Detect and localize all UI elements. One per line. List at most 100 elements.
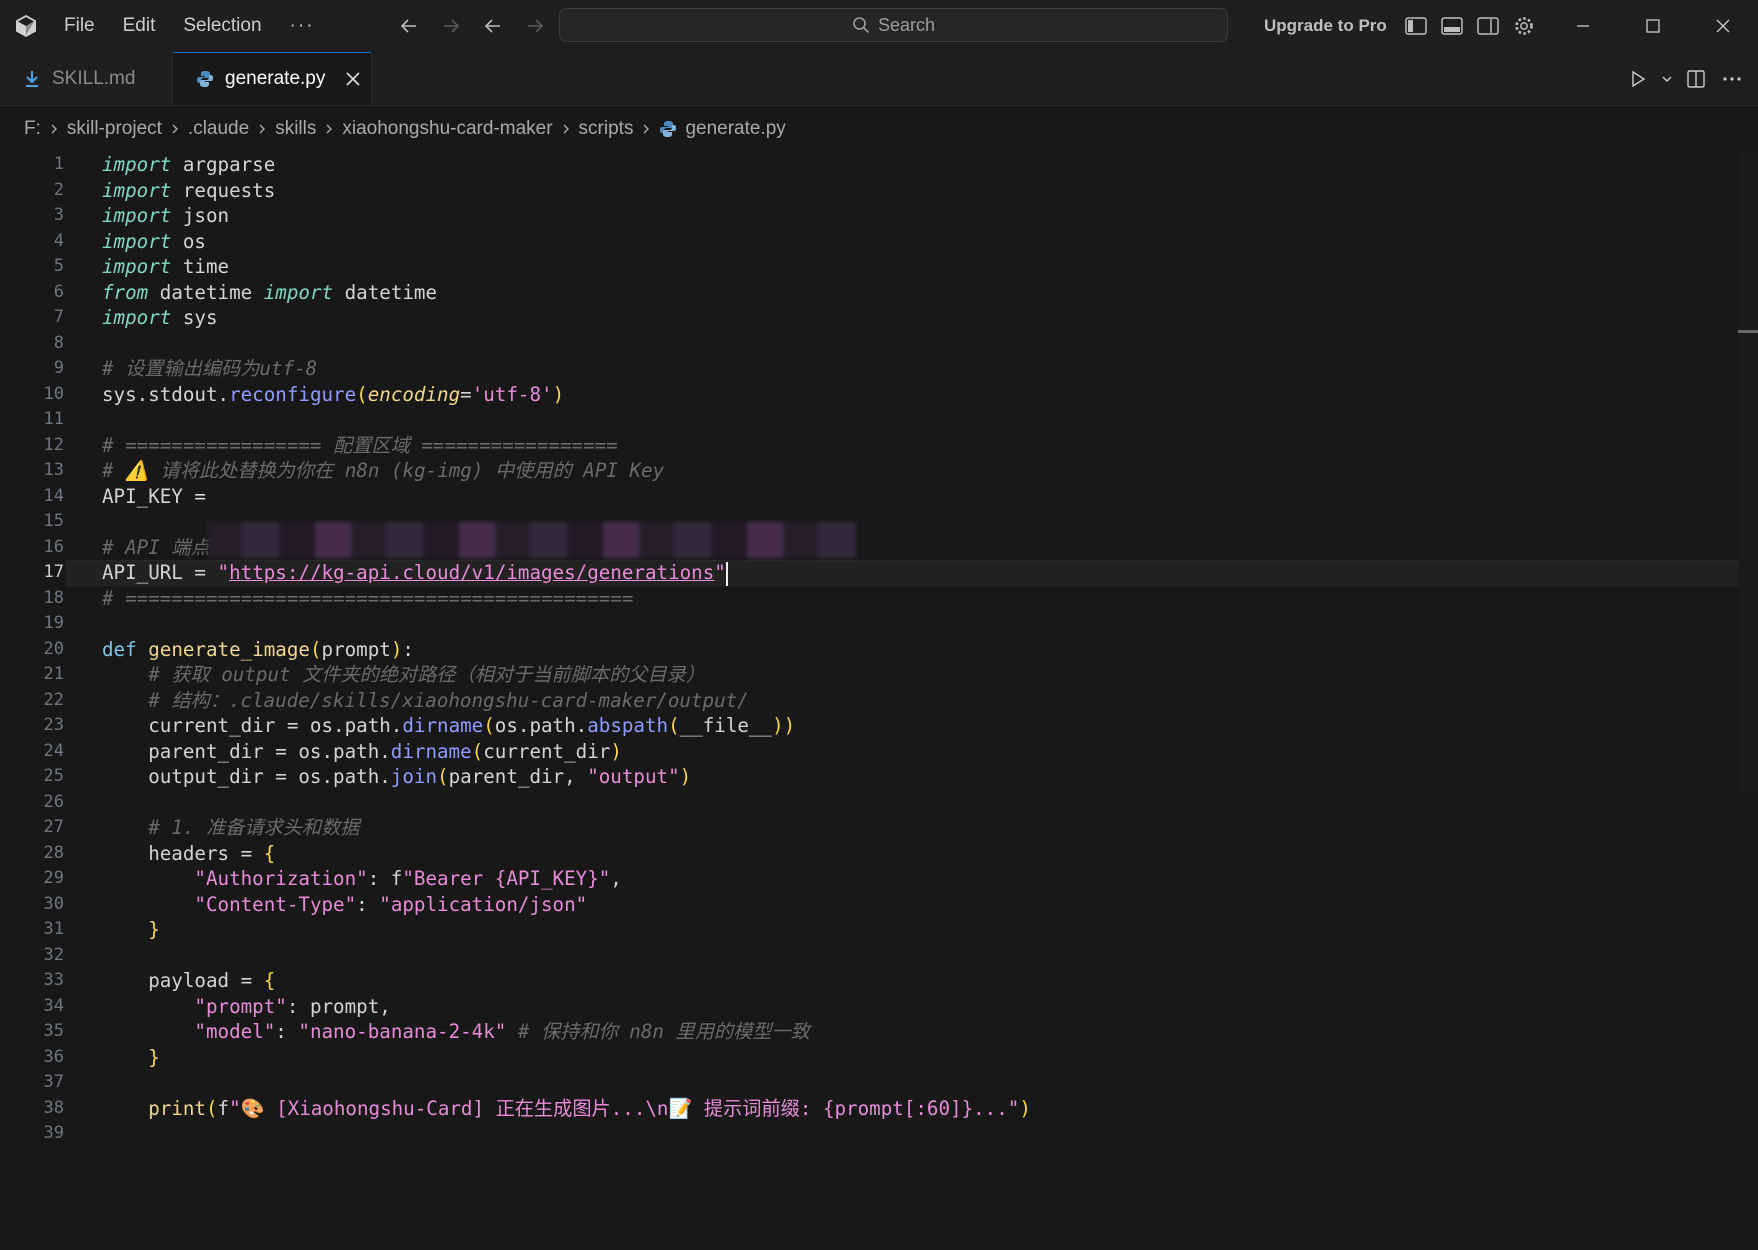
line-number: 7 xyxy=(53,307,64,327)
code-line[interactable]: "Authorization": f"Bearer {API_KEY}", xyxy=(102,866,621,892)
code-line[interactable]: # 获取 output 文件夹的绝对路径（相对于当前脚本的父目录） xyxy=(102,662,705,688)
code-line[interactable]: output_dir = os.path.join(parent_dir, "o… xyxy=(102,764,691,790)
close-tab-icon[interactable] xyxy=(341,67,365,91)
line-number: 10 xyxy=(43,383,64,404)
line-number: 15 xyxy=(43,511,64,531)
code-line[interactable]: import os xyxy=(102,229,206,255)
minimize-icon[interactable] xyxy=(1548,0,1618,52)
upgrade-to-pro-button[interactable]: Upgrade to Pro xyxy=(1264,0,1387,52)
line-number: 4 xyxy=(53,230,64,251)
settings-gear-icon[interactable] xyxy=(1508,10,1540,42)
chevron-right-icon xyxy=(641,123,651,135)
line-number: 33 xyxy=(43,970,64,990)
line-number: 36 xyxy=(43,1046,64,1067)
line-number: 14 xyxy=(43,485,64,506)
toggle-panel-icon[interactable] xyxy=(1436,10,1468,42)
forward-arrow-icon[interactable] xyxy=(434,9,468,43)
line-number: 12 xyxy=(43,434,64,455)
menu-bar: File Edit Selection ··· xyxy=(50,0,329,52)
code-line[interactable]: headers = { xyxy=(102,841,275,867)
chevron-right-icon xyxy=(170,123,180,135)
line-number: 22 xyxy=(43,689,64,710)
navigation-arrows xyxy=(392,0,552,52)
code-line[interactable]: import requests xyxy=(102,178,275,204)
run-python-file-icon[interactable] xyxy=(1622,63,1654,95)
breadcrumb-xiaohongshu-card-maker[interactable]: xiaohongshu-card-maker xyxy=(342,118,552,140)
code-line[interactable]: payload = { xyxy=(102,968,275,994)
line-number: 37 xyxy=(43,1072,64,1092)
code-line[interactable]: API_KEY = xyxy=(102,484,218,510)
code-line[interactable]: "model": "nano-banana-2-4k" # 保持和你 n8n 里… xyxy=(102,1019,809,1045)
line-number: 31 xyxy=(43,919,64,939)
tab-skill-md[interactable]: SKILL.md xyxy=(0,52,173,105)
code-line[interactable]: import sys xyxy=(102,305,218,331)
editor-scrollbar[interactable] xyxy=(1738,152,1758,792)
breadcrumb-skill-project[interactable]: skill-project xyxy=(67,118,162,140)
code-line[interactable]: from datetime import datetime xyxy=(102,280,437,306)
breadcrumb: F: skill-project .claude skills xiaohong… xyxy=(24,106,786,152)
line-number: 3 xyxy=(53,205,64,225)
code-line[interactable]: import json xyxy=(102,203,229,229)
code-line[interactable]: "prompt": prompt, xyxy=(102,994,390,1020)
cursor-app-logo-icon xyxy=(16,15,36,37)
go-forward-arrow-icon[interactable] xyxy=(518,9,552,43)
code-line[interactable]: parent_dir = os.path.dirname(current_dir… xyxy=(102,739,622,765)
tab-label: generate.py xyxy=(225,68,326,89)
line-number: 34 xyxy=(43,995,64,1016)
code-line[interactable]: # API 端点 xyxy=(102,535,210,561)
code-line[interactable]: import time xyxy=(102,254,229,280)
code-line[interactable]: API_URL = "https://kg-api.cloud/v1/image… xyxy=(102,560,728,586)
line-number: 23 xyxy=(43,715,64,735)
back-arrow-icon[interactable] xyxy=(392,9,426,43)
breadcrumb-claude[interactable]: .claude xyxy=(188,118,249,140)
run-dropdown-chevron-icon[interactable] xyxy=(1658,63,1676,95)
code-line[interactable]: # ================= 配置区域 ===============… xyxy=(102,433,618,459)
code-line[interactable]: # 设置输出编码为utf-8 xyxy=(102,356,317,382)
split-editor-icon[interactable] xyxy=(1680,63,1712,95)
code-line[interactable]: } xyxy=(102,1045,160,1071)
code-line[interactable]: # 1. 准备请求头和数据 xyxy=(102,815,359,841)
menu-file[interactable]: File xyxy=(50,0,109,52)
code-line[interactable]: current_dir = os.path.dirname(os.path.ab… xyxy=(102,713,795,739)
menu-edit[interactable]: Edit xyxy=(109,0,170,52)
code-editor[interactable]: 1 2 3 4 5 6 7 8 9 10 11 12 13 14 15 16 17 18 19 20 21 22 23 24 2… xyxy=(0,152,1758,1250)
line-number: 26 xyxy=(43,791,64,812)
line-number: 24 xyxy=(43,740,64,761)
chevron-right-icon xyxy=(324,123,334,135)
code-line[interactable]: import argparse xyxy=(102,152,275,178)
go-back-arrow-icon[interactable] xyxy=(476,9,510,43)
line-number: 9 xyxy=(53,358,64,378)
line-number: 39 xyxy=(43,1123,64,1143)
line-number: 17 xyxy=(43,562,64,582)
window-controls xyxy=(1548,0,1758,52)
breadcrumb-generate-py[interactable]: generate.py xyxy=(659,118,786,140)
redacted-api-key xyxy=(207,522,857,558)
maximize-icon[interactable] xyxy=(1618,0,1688,52)
code-line[interactable]: # ⚠️ 请将此处替换为你在 n8n (kg-img) 中使用的 API Key xyxy=(102,458,664,484)
line-number: 18 xyxy=(43,587,64,608)
markdown-download-icon xyxy=(22,69,42,89)
breadcrumb-scripts[interactable]: scripts xyxy=(579,118,634,140)
breadcrumb-skills[interactable]: skills xyxy=(275,118,316,140)
menu-more[interactable]: ··· xyxy=(276,0,329,52)
editor-actions xyxy=(1622,52,1748,105)
line-number: 32 xyxy=(43,944,64,965)
toggle-secondary-sidebar-icon[interactable] xyxy=(1472,10,1504,42)
chevron-right-icon xyxy=(561,123,571,135)
close-window-icon[interactable] xyxy=(1688,0,1758,52)
code-line[interactable]: print(f"🎨 [Xiaohongshu-Card] 正在生成图片...\n… xyxy=(102,1096,1031,1122)
breadcrumb-drive[interactable]: F: xyxy=(24,118,41,140)
code-line[interactable]: } xyxy=(102,917,160,943)
line-number: 16 xyxy=(43,536,64,557)
code-line[interactable]: sys.stdout.reconfigure(encoding='utf-8') xyxy=(102,382,564,408)
menu-selection[interactable]: Selection xyxy=(169,0,275,52)
more-actions-icon[interactable] xyxy=(1716,63,1748,95)
code-line[interactable]: # 结构：.claude/skills/xiaohongshu-card-mak… xyxy=(102,688,749,714)
code-line[interactable]: # ======================================… xyxy=(102,586,633,612)
tab-generate-py[interactable]: generate.py xyxy=(173,52,372,105)
code-line[interactable]: def generate_image(prompt): xyxy=(102,637,414,663)
toggle-primary-sidebar-icon[interactable] xyxy=(1400,10,1432,42)
code-line[interactable]: "Content-Type": "application/json" xyxy=(102,892,587,918)
line-number: 30 xyxy=(43,893,64,914)
command-search-box[interactable]: Search xyxy=(559,8,1228,42)
